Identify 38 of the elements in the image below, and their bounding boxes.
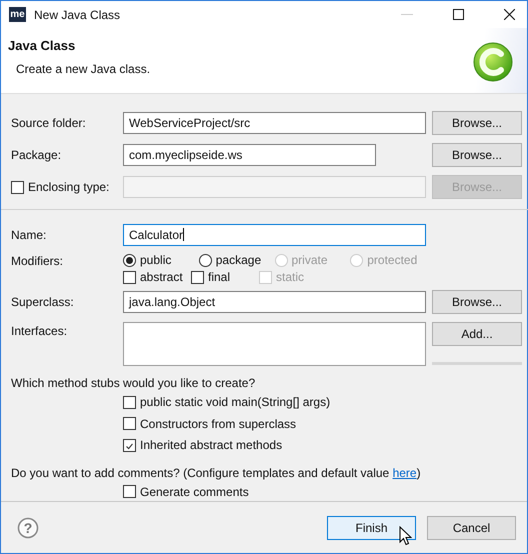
minimize-icon[interactable]: [401, 14, 413, 16]
field-label: Source folder:: [11, 116, 87, 130]
question-text: Which method stubs would you like to create?: [11, 376, 256, 390]
text-field[interactable]: com.myeclipseide.ws: [123, 144, 376, 166]
class-icon: [473, 42, 513, 84]
browse-button[interactable]: Browse...: [432, 111, 522, 136]
field-label: Package:: [11, 148, 62, 162]
help-icon[interactable]: ?: [17, 516, 39, 539]
radio-button[interactable]: package: [198, 253, 274, 268]
field-label: Superclass:: [11, 295, 75, 310]
field-label: Interfaces:: [11, 323, 68, 338]
browse-button[interactable]: Browse...: [432, 143, 522, 168]
text-field[interactable]: WebServiceProject/src: [123, 112, 426, 134]
checkbox[interactable]: Constructors from superclass: [123, 416, 296, 431]
cursor-icon: [399, 526, 412, 546]
templates-link[interactable]: here: [392, 466, 417, 480]
checkbox[interactable]: abstract: [123, 270, 191, 284]
close-icon[interactable]: [504, 9, 515, 20]
maximize-icon[interactable]: [453, 9, 464, 20]
browse-button[interactable]: Browse...: [432, 290, 522, 314]
field-label: Modifiers:: [11, 254, 64, 268]
radio-button[interactable]: public: [123, 253, 199, 268]
dialog-button[interactable]: Finish: [327, 516, 416, 540]
name-field[interactable]: Calculator: [123, 224, 426, 246]
checkbox[interactable]: final: [191, 270, 259, 284]
checkbox[interactable]: Inherited abstract methods: [123, 438, 282, 452]
question-text: Do you want to add comments? (Configure templates and default value here): [11, 466, 422, 480]
checkbox[interactable]: public static void main(String[] args): [123, 395, 330, 410]
page-title: Java Class: [8, 38, 76, 54]
add-button[interactable]: Add...: [432, 322, 522, 346]
field-label: Name:: [11, 228, 48, 242]
page-description: Create a new Java class.: [16, 62, 152, 76]
interfaces-list[interactable]: [123, 322, 426, 366]
text-field[interactable]: java.lang.Object: [123, 291, 426, 314]
app-logo: me: [9, 7, 26, 22]
window-title: New Java Class: [34, 8, 120, 22]
dialog-button[interactable]: Cancel: [427, 516, 516, 540]
checkbox[interactable]: Generate comments: [123, 484, 249, 499]
